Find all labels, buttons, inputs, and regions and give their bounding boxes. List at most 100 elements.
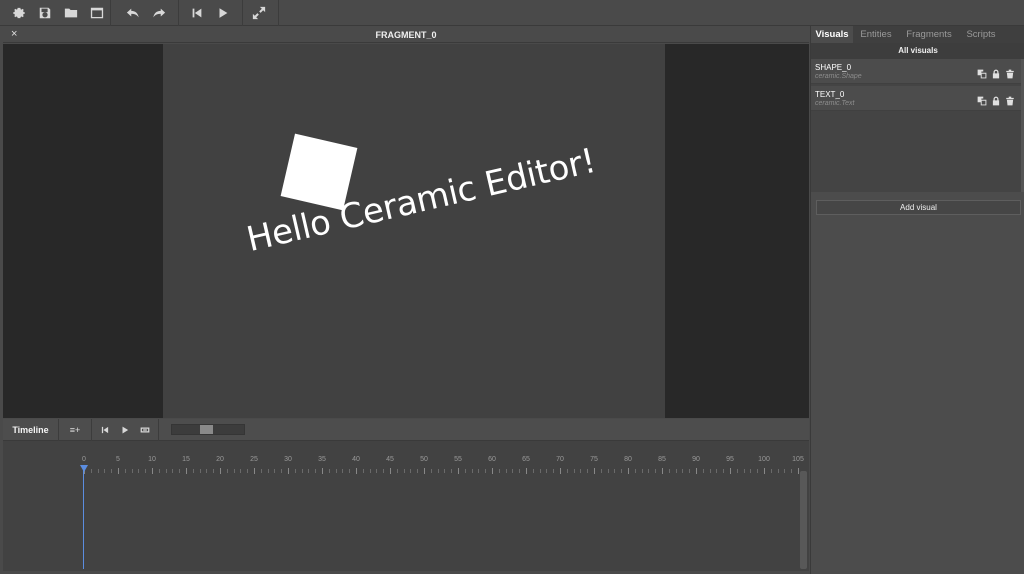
- fullscreen-icon: [252, 6, 266, 20]
- ruler-tick: [206, 469, 207, 473]
- ruler-tick: [744, 469, 745, 473]
- tab-fragments[interactable]: Fragments: [899, 26, 959, 43]
- duplicate-button[interactable]: [977, 93, 987, 106]
- ruler-tick: [798, 468, 799, 474]
- open-button[interactable]: [58, 0, 84, 26]
- add-track-button[interactable]: ≡+: [59, 419, 92, 441]
- list-item[interactable]: TEXT_0 ceramic.Text: [811, 86, 1021, 111]
- ruler-tick: [451, 469, 452, 473]
- fragment-stage[interactable]: Hello Ceramic Editor!: [163, 44, 665, 418]
- play-button[interactable]: [210, 0, 236, 26]
- ruler-tick: [764, 468, 765, 474]
- ruler-tick: [397, 469, 398, 473]
- timeline-body[interactable]: 0 5 10 15 20 25 30 35 40 45 50 55 60 65 70 75 80 85 90 95 10…: [3, 441, 809, 571]
- ruler-tick: [390, 468, 391, 474]
- ruler-label: 0: [82, 456, 86, 463]
- ruler-tick: [356, 468, 357, 474]
- ruler-tick: [648, 469, 649, 473]
- undo-button[interactable]: [120, 0, 146, 26]
- visual-name: SHAPE_0: [815, 63, 852, 72]
- ruler-tick: [778, 469, 779, 473]
- ruler-tick: [363, 469, 364, 473]
- ruler-tick: [723, 469, 724, 473]
- add-visual-button[interactable]: Add visual: [816, 200, 1021, 215]
- ruler-tick: [315, 469, 316, 473]
- lock-button[interactable]: [991, 66, 1001, 79]
- ruler-tick: [349, 469, 350, 473]
- lock-button[interactable]: [991, 93, 1001, 106]
- ruler-tick: [145, 469, 146, 473]
- timeline-loop-button[interactable]: [135, 419, 155, 441]
- timeline-ruler[interactable]: 0 5 10 15 20 25 30 35 40 45 50 55 60 65 70 75 80 85 90 95 10…: [3, 456, 809, 476]
- visual-type: ceramic.Text: [815, 100, 855, 107]
- editor-viewport[interactable]: Hello Ceramic Editor!: [3, 44, 809, 418]
- visual-name: TEXT_0: [815, 90, 845, 99]
- save-button[interactable]: [32, 0, 58, 26]
- ruler-tick: [98, 469, 99, 473]
- ruler-tick: [152, 468, 153, 474]
- ruler-tick: [540, 469, 541, 473]
- fullscreen-button[interactable]: [246, 0, 272, 26]
- ruler-tick: [750, 469, 751, 473]
- ruler-tick: [635, 469, 636, 473]
- main-toolbar: [0, 0, 1024, 26]
- folder-open-icon: [64, 8, 78, 18]
- ruler-tick: [444, 469, 445, 473]
- ruler-label: 50: [420, 456, 428, 463]
- ruler-tick: [274, 469, 275, 473]
- zoom-slider-thumb[interactable]: [200, 425, 213, 434]
- ruler-tick: [404, 469, 405, 473]
- ruler-tick: [295, 469, 296, 473]
- ruler-label: 105: [792, 456, 804, 463]
- redo-button[interactable]: [146, 0, 172, 26]
- delete-button[interactable]: [1005, 93, 1015, 106]
- ruler-tick: [91, 469, 92, 473]
- ruler-tick: [716, 469, 717, 473]
- ruler-tick: [506, 469, 507, 473]
- ruler-label: 5: [116, 456, 120, 463]
- ruler-tick: [132, 469, 133, 473]
- timeline-scrollbar[interactable]: [800, 471, 807, 569]
- playhead[interactable]: [83, 465, 84, 569]
- ruler-tick: [472, 469, 473, 473]
- playhead-handle[interactable]: [80, 465, 88, 472]
- delete-button[interactable]: [1005, 66, 1015, 79]
- ruler-tick: [485, 469, 486, 473]
- tab-entities[interactable]: Entities: [853, 26, 899, 43]
- rewind-button[interactable]: [184, 0, 210, 26]
- duplicate-button[interactable]: [977, 66, 987, 79]
- ruler-tick: [159, 469, 160, 473]
- window-icon: [90, 7, 104, 19]
- ruler-tick: [308, 469, 309, 473]
- duplicate-icon: [977, 96, 987, 106]
- ruler-tick: [118, 468, 119, 474]
- ruler-tick: [621, 469, 622, 473]
- ruler-tick: [410, 469, 411, 473]
- visual-type: ceramic.Shape: [815, 73, 862, 80]
- ruler-tick: [104, 469, 105, 473]
- ruler-label: 55: [454, 456, 462, 463]
- lock-icon: [992, 96, 1000, 106]
- ruler-tick: [574, 469, 575, 473]
- settings-button[interactable]: [6, 0, 32, 26]
- timeline-zoom-slider[interactable]: [171, 424, 245, 435]
- ruler-tick: [682, 469, 683, 473]
- timeline-play-button[interactable]: [115, 419, 135, 441]
- ruler-tick: [240, 469, 241, 473]
- ruler-label: 35: [318, 456, 326, 463]
- ruler-tick: [642, 469, 643, 473]
- ruler-label: 30: [284, 456, 292, 463]
- tab-visuals[interactable]: Visuals: [811, 26, 853, 43]
- ruler-tick: [771, 469, 772, 473]
- window-button[interactable]: [84, 0, 110, 26]
- timeline-rewind-button[interactable]: [95, 419, 115, 441]
- ruler-tick: [329, 469, 330, 473]
- tab-scripts[interactable]: Scripts: [959, 26, 1003, 43]
- trash-icon: [1006, 69, 1014, 79]
- ruler-tick: [179, 469, 180, 473]
- list-item[interactable]: SHAPE_0 ceramic.Shape: [811, 59, 1021, 84]
- loop-icon: [140, 427, 150, 433]
- ruler-tick: [580, 469, 581, 473]
- ruler-label: 60: [488, 456, 496, 463]
- ruler-tick: [533, 469, 534, 473]
